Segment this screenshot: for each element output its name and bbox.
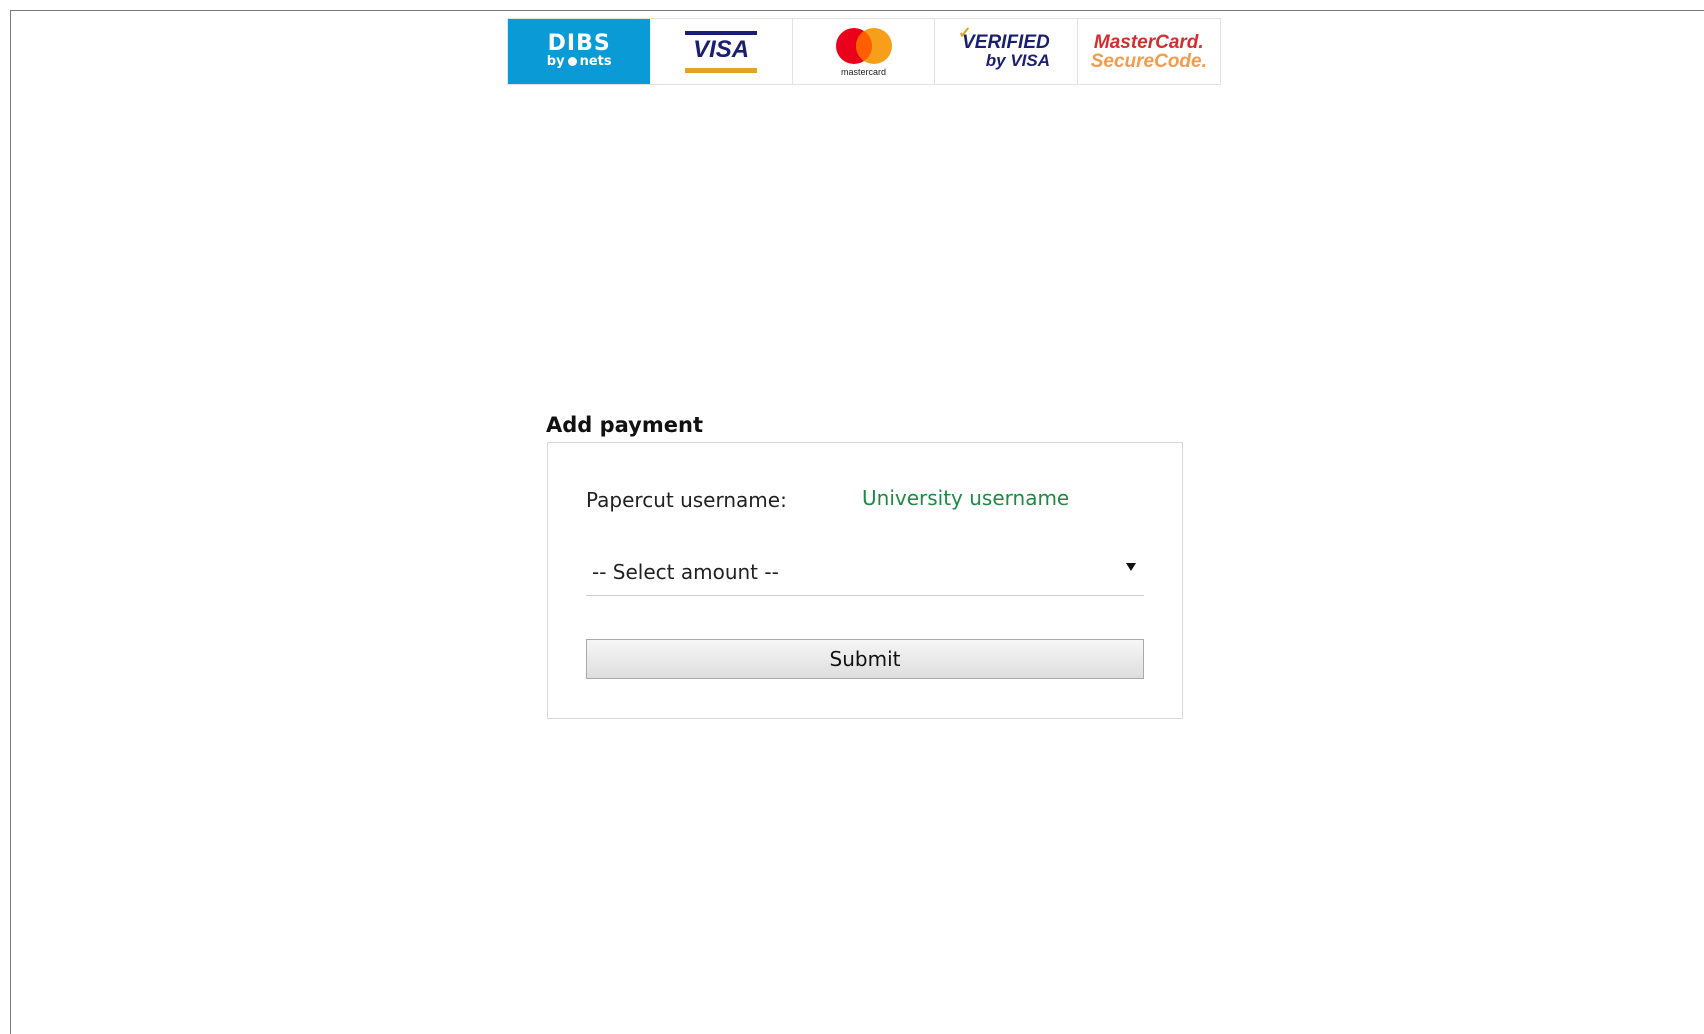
verified-rest: ERIFIED xyxy=(974,31,1050,53)
mastercard-logo-mark: mastercard xyxy=(829,26,899,77)
mastercard-logo: mastercard xyxy=(793,19,936,84)
dropdown-arrow-icon xyxy=(1126,563,1136,571)
securecode-mark: MasterCard. SecureCode. xyxy=(1091,33,1207,71)
dibs-logo: DIBS by nets xyxy=(508,19,651,84)
nets-dot-icon xyxy=(567,57,577,66)
verified-by-visa-logo: ✓ VERIFIED by VISA xyxy=(935,19,1078,84)
username-value: University username xyxy=(862,486,1070,510)
verified-by-visa-bottom: by VISA xyxy=(985,50,1051,70)
visa-top-bar xyxy=(685,30,758,35)
amount-select[interactable]: -- Select amount -- xyxy=(586,550,1144,596)
verified-by-visa-top: ✓ VERIFIED xyxy=(958,25,1050,53)
visa-logo: VISA xyxy=(650,19,793,84)
securecode-top: MasterCard. xyxy=(1093,31,1204,53)
dibs-logo-text: DIBS xyxy=(547,30,611,56)
dibs-logo-by: by xyxy=(546,53,565,69)
check-icon: ✓ xyxy=(958,24,972,42)
mastercard-circles-icon xyxy=(835,28,892,64)
submit-button[interactable]: Submit xyxy=(586,639,1144,679)
securecode-bottom: SecureCode. xyxy=(1090,50,1207,72)
visa-bottom-bar xyxy=(685,67,758,73)
dibs-logo-subtext: by nets xyxy=(547,54,612,70)
visa-logo-text: VISA xyxy=(693,35,750,63)
mastercard-caption: mastercard xyxy=(840,67,886,77)
dibs-logo-nets: nets xyxy=(579,53,612,69)
add-payment-form: Papercut username: University username -… xyxy=(547,442,1183,719)
amount-select-value: -- Select amount -- xyxy=(592,560,779,584)
visa-logo-mark: VISA xyxy=(685,30,758,73)
verified-by-visa-mark: ✓ VERIFIED by VISA xyxy=(958,25,1051,70)
payment-logos-strip: DIBS by nets VISA mastercard ✓ VERIFIED b… xyxy=(507,18,1221,85)
username-label: Papercut username: xyxy=(586,488,787,512)
mastercard-securecode-logo: MasterCard. SecureCode. xyxy=(1078,19,1220,84)
form-title: Add payment xyxy=(546,413,703,437)
